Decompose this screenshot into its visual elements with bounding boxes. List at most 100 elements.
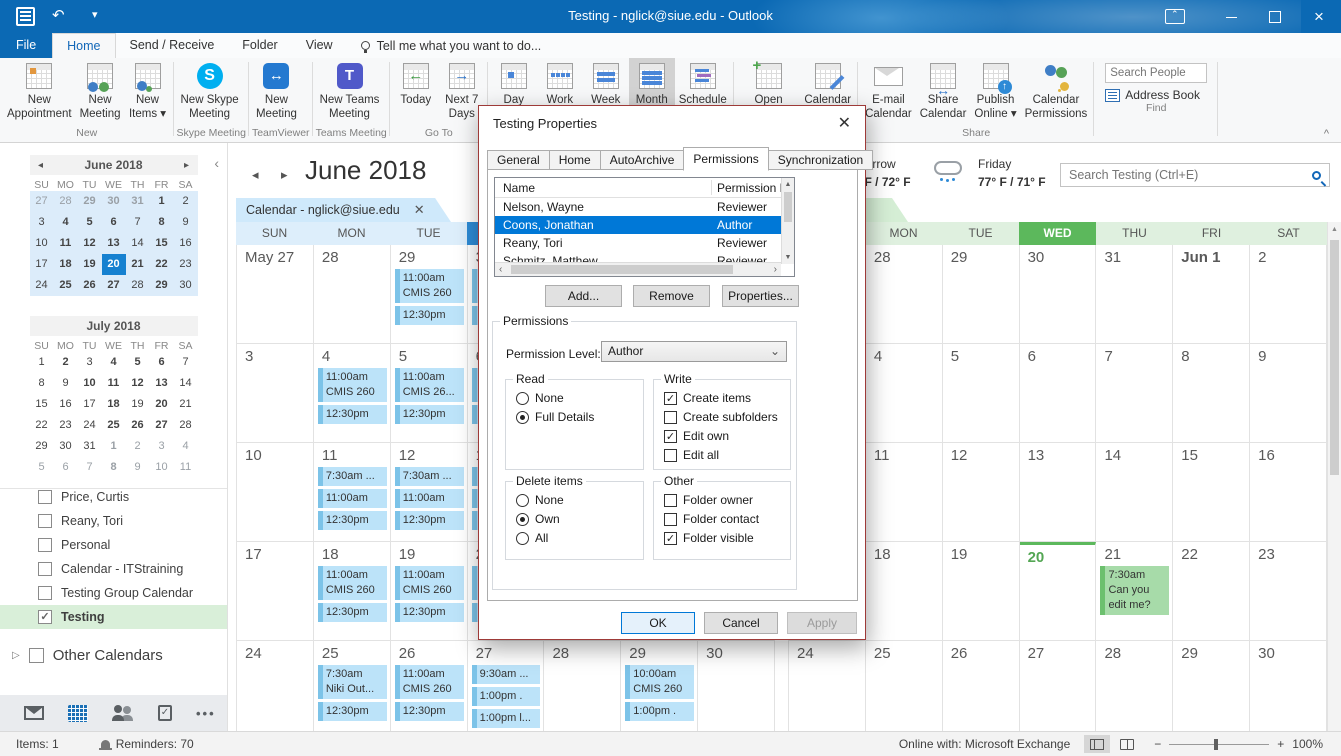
mini-day[interactable]: 2 xyxy=(54,352,78,373)
mini-day[interactable]: 11 xyxy=(174,457,198,478)
ribbon-e-mail-calendar[interactable]: E-mail Calendar xyxy=(861,58,916,126)
option-folder-contact[interactable]: Folder contact xyxy=(664,512,790,526)
mini-day[interactable]: 21 xyxy=(174,394,198,415)
expand-triangle-icon[interactable]: ▷ xyxy=(12,650,20,661)
ok-button[interactable]: OK xyxy=(621,612,695,634)
mini-day[interactable]: 30 xyxy=(174,275,198,296)
calendar-list-item-personal[interactable]: Personal xyxy=(0,533,227,557)
mini-day[interactable]: 11 xyxy=(102,373,126,394)
previous-month-arrow[interactable]: ◂ xyxy=(252,167,259,183)
calendar-day-cell[interactable]: 29 xyxy=(943,245,1020,344)
properties-button[interactable]: Properties... xyxy=(722,285,799,307)
calendar-day-cell[interactable]: 127:30am ...11:00am12:30pm xyxy=(391,443,468,542)
calendar-day-cell[interactable]: 7 xyxy=(1096,344,1173,443)
option-edit-all[interactable]: Edit all xyxy=(664,448,790,462)
calendar-day-cell[interactable]: 30 xyxy=(698,641,775,731)
mini-day[interactable]: 4 xyxy=(174,436,198,457)
calendar-day-cell[interactable]: 16 xyxy=(1250,443,1327,542)
option-folder-visible[interactable]: ✓Folder visible xyxy=(664,531,790,545)
option-own[interactable]: Own xyxy=(516,512,643,526)
calendar-event[interactable]: 12:30pm xyxy=(395,306,464,325)
calendar-list-item-testing[interactable]: ✓Testing xyxy=(0,605,227,629)
calendar-search-box[interactable] xyxy=(1060,163,1330,187)
mini-day[interactable]: 3 xyxy=(78,352,102,373)
calendar-event[interactable]: 12:30pm xyxy=(395,603,464,622)
mini-day[interactable]: 8 xyxy=(30,373,54,394)
mini-day[interactable]: 12 xyxy=(126,373,150,394)
calendar-scrollbar[interactable]: ▲ xyxy=(1327,222,1341,731)
mini-day[interactable]: 14 xyxy=(174,373,198,394)
radio-full-details[interactable] xyxy=(516,411,529,424)
calendar-day-cell[interactable]: Jun 1 xyxy=(1173,245,1250,344)
option-edit-own[interactable]: ✓Edit own xyxy=(664,429,790,443)
calendar-list-item-price-curtis[interactable]: Price, Curtis xyxy=(0,485,227,509)
add-button[interactable]: Add... xyxy=(545,285,622,307)
vertical-scrollbar[interactable]: ▲ ▼ xyxy=(781,178,794,264)
calendar-day-cell[interactable]: 5 xyxy=(943,344,1020,443)
calendar-event[interactable]: 12:30pm xyxy=(318,405,387,424)
scroll-up-icon[interactable]: ▲ xyxy=(782,181,794,188)
mini-day[interactable]: 29 xyxy=(30,436,54,457)
close-calendar-icon[interactable]: ✕ xyxy=(414,202,425,218)
reading-view-button[interactable] xyxy=(1114,735,1140,753)
calendar-day-cell[interactable]: 26 xyxy=(943,641,1020,731)
calendar-checkbox[interactable]: ✓ xyxy=(38,610,52,624)
mini-day[interactable]: 3 xyxy=(30,212,54,233)
calendar-list-item-calendar-itstraining[interactable]: Calendar - ITStraining xyxy=(0,557,227,581)
calendar-day-cell[interactable]: 4 xyxy=(866,344,943,443)
calendar-day-cell[interactable]: 1911:00am CMIS 26012:30pm xyxy=(391,542,468,641)
calendar-event[interactable]: 11:00am CMIS 260 xyxy=(395,566,464,600)
calendar-day-cell[interactable]: 257:30am Niki Out...12:30pm xyxy=(314,641,391,731)
more-apps-icon[interactable]: ••• xyxy=(196,706,216,721)
calendar-event[interactable]: 11:00am CMIS 260 xyxy=(318,368,387,402)
mini-day[interactable]: 29 xyxy=(78,191,102,212)
calendar-day-cell[interactable]: 28 xyxy=(544,641,621,731)
mini-day[interactable]: 7 xyxy=(78,457,102,478)
zoom-in-icon[interactable]: + xyxy=(1277,737,1284,751)
menu-tab-home[interactable]: Home xyxy=(52,33,115,58)
mini-day[interactable]: 24 xyxy=(30,275,54,296)
calendar-day-cell[interactable]: 24 xyxy=(789,641,866,731)
calendar-day-cell[interactable]: 10 xyxy=(237,443,314,542)
mini-day[interactable]: 21 xyxy=(126,254,150,275)
mini-day[interactable]: 13 xyxy=(102,233,126,254)
calendar-day-cell[interactable]: 217:30am Can you edit me? xyxy=(1096,542,1173,641)
calendar-day-cell[interactable]: 15 xyxy=(1173,443,1250,542)
mini-day[interactable]: 7 xyxy=(174,352,198,373)
mini-day[interactable]: 28 xyxy=(126,275,150,296)
people-icon[interactable] xyxy=(112,705,134,721)
remove-button[interactable]: Remove xyxy=(633,285,710,307)
collapse-ribbon-icon[interactable]: ^ xyxy=(1324,128,1329,753)
mini-day[interactable]: 23 xyxy=(174,254,198,275)
calendar-event[interactable]: 11:00am xyxy=(395,489,464,508)
mini-day[interactable]: 31 xyxy=(78,436,102,457)
calendar-day-cell[interactable]: 13 xyxy=(1020,443,1097,542)
calendar-day-cell[interactable]: 28 xyxy=(866,245,943,344)
dialog-close-icon[interactable]: ✕ xyxy=(838,113,851,133)
calendar-day-cell[interactable]: 24 xyxy=(237,641,314,731)
radio-none[interactable] xyxy=(516,494,529,507)
scroll-down-icon[interactable]: ▼ xyxy=(782,254,794,261)
radio-own[interactable] xyxy=(516,513,529,526)
mini-day[interactable]: 15 xyxy=(150,233,174,254)
calendar-icon[interactable] xyxy=(68,705,88,722)
calendar-event[interactable]: 7:30am ... xyxy=(395,467,464,486)
calendar-day-cell[interactable]: 2611:00am CMIS 26012:30pm xyxy=(391,641,468,731)
mini-day[interactable]: 18 xyxy=(54,254,78,275)
ribbon-new-meeting[interactable]: New Meeting xyxy=(252,58,301,126)
calendar-day-cell[interactable]: 23 xyxy=(1250,542,1327,641)
ribbon-new-meeting[interactable]: New Meeting xyxy=(76,58,125,126)
calendar-event[interactable]: 7:30am Can you edit me? xyxy=(1100,566,1169,615)
calendar-day-cell[interactable]: 28 xyxy=(314,245,391,344)
permission-list-row[interactable]: Reany, ToriReviewer xyxy=(495,234,781,252)
mini-day[interactable]: 19 xyxy=(126,394,150,415)
ribbon-share-calendar[interactable]: Share Calendar xyxy=(916,58,971,126)
other-calendars-checkbox[interactable] xyxy=(29,648,44,663)
calendar-day-cell[interactable]: 30 xyxy=(1250,641,1327,731)
mini-day[interactable]: 2 xyxy=(126,436,150,457)
calendar-list-item-testing-group-calendar[interactable]: Testing Group Calendar xyxy=(0,581,227,605)
calendar-list-item-reany-tori[interactable]: Reany, Tori xyxy=(0,509,227,533)
ribbon-new-teams-meeting[interactable]: New Teams Meeting xyxy=(316,58,384,126)
calendar-event[interactable]: 1:00pm . xyxy=(472,687,541,706)
ribbon-display-options-icon[interactable] xyxy=(1165,9,1185,24)
